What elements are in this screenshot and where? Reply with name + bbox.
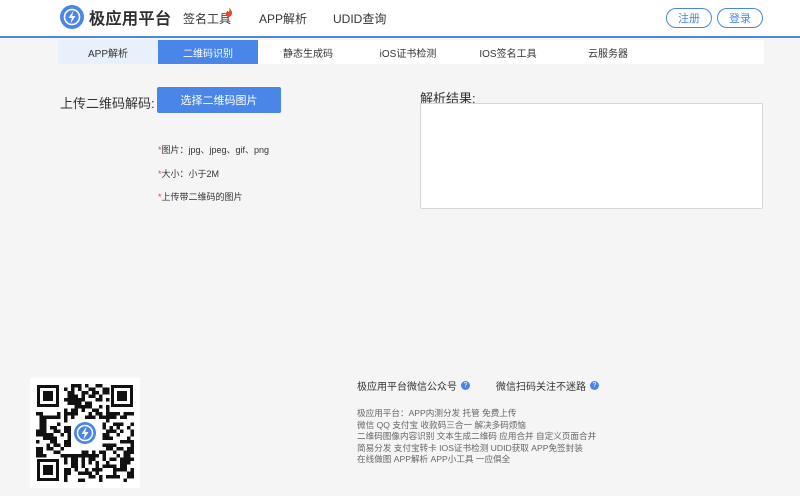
tab-ios-sign-tool[interactable]: IOS签名工具 xyxy=(458,40,558,64)
tab-ios-cert-check[interactable]: iOS证书检测 xyxy=(358,40,458,64)
logo[interactable]: 极应用平台 xyxy=(60,5,172,29)
footer-link-line[interactable]: 二维码图像内容识别 文本生成二维码 应用合并 自定义页面合并 xyxy=(357,431,596,443)
footer-link-line[interactable]: 简易分发 支付宝转卡 IOS证书检测 UDID获取 APP免签封装 xyxy=(357,443,596,455)
nav-label: APP解析 xyxy=(259,12,308,26)
footer-link-line[interactable]: 极应用平台：APP内测分发 托管 免费上传 xyxy=(357,408,596,420)
qr-code-image xyxy=(30,378,140,488)
rule-content: *上传带二维码的图片 xyxy=(158,192,243,202)
upload-label: 上传二维码解码: xyxy=(60,96,155,111)
nav-app-parse[interactable]: APP解析 xyxy=(259,10,333,27)
footer-link-line[interactable]: 微信 QQ 支付宝 收款码三合一 解决多码烦恼 xyxy=(357,420,596,432)
wechat-account-heading: 极应用平台微信公众号 ? xyxy=(357,378,470,393)
login-button[interactable]: 登录 xyxy=(717,8,763,28)
result-textarea[interactable] xyxy=(420,103,763,209)
help-icon[interactable]: ? xyxy=(461,381,470,390)
nav-label: 签名工具 xyxy=(183,12,232,26)
nav-sign-tool[interactable]: 签名工具 xyxy=(183,7,259,27)
rule-format: *图片：jpg、jpeg、gif、png xyxy=(158,145,270,155)
wechat-qr-code xyxy=(30,378,140,488)
choose-image-button[interactable]: 选择二维码图片 xyxy=(157,87,281,113)
footer-links: 极应用平台：APP内测分发 托管 免费上传 微信 QQ 支付宝 收款码三合一 解… xyxy=(357,408,596,466)
tab-app-parse[interactable]: APP解析 xyxy=(58,40,158,64)
rule-size: *大小：小于2M xyxy=(158,168,220,179)
tab-cloud-server[interactable]: 云服务器 xyxy=(558,40,658,64)
lightning-icon xyxy=(60,5,84,29)
fire-icon xyxy=(225,6,233,20)
tab-static-code[interactable]: 静态生成码 xyxy=(258,40,358,64)
main-nav: 签名工具 APP解析 UDID查询 xyxy=(183,7,386,27)
nav-label: UDID查询 xyxy=(333,12,387,26)
top-header: 极应用平台 签名工具 APP解析 UDID查询 注册 登录 xyxy=(0,0,800,38)
help-icon[interactable]: ? xyxy=(590,381,599,390)
nav-udid-query[interactable]: UDID查询 xyxy=(333,10,386,27)
tool-tabs: APP解析 二维码识别 静态生成码 iOS证书检测 IOS签名工具 云服务器 xyxy=(58,40,764,64)
scan-follow-heading: 微信扫码关注不迷路 ? xyxy=(496,378,599,393)
brand-name: 极应用平台 xyxy=(89,11,172,28)
register-button[interactable]: 注册 xyxy=(666,8,712,28)
tab-qr-recognize[interactable]: 二维码识别 xyxy=(158,40,258,64)
upload-rules: *图片：jpg、jpeg、gif、png *大小：小于2M *上传带二维码的图片 xyxy=(158,145,269,216)
footer-link-line[interactable]: 在线做图 APP解析 APP小工具 一应俱全 xyxy=(357,454,596,466)
